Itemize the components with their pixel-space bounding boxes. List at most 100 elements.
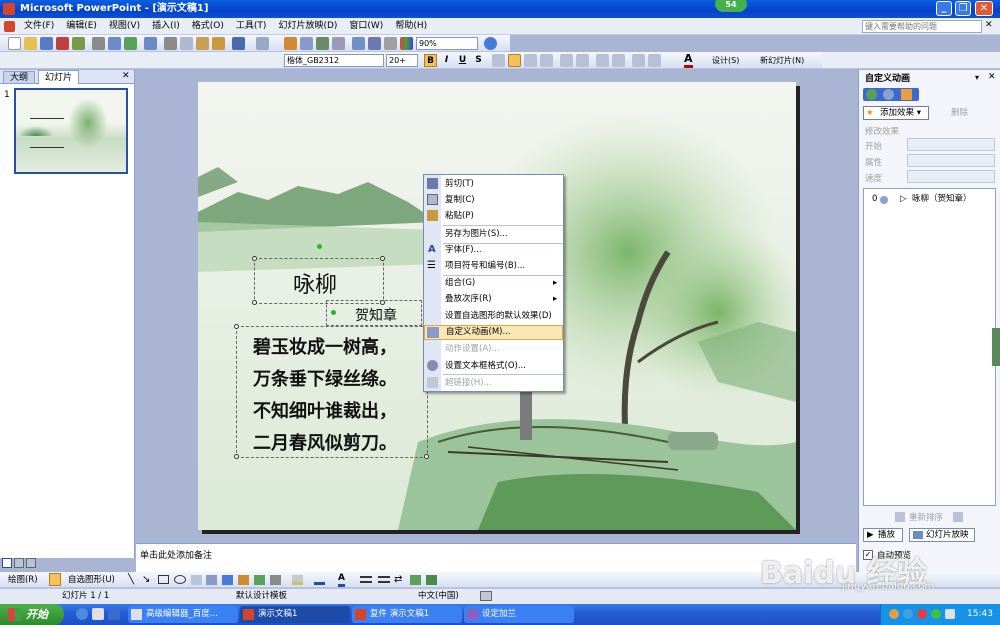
email-icon[interactable]: [72, 37, 85, 50]
animation-list[interactable]: 0 ▷ 咏柳（贺知章）: [863, 188, 996, 506]
minimize-button[interactable]: _: [936, 1, 952, 16]
arrow-icon[interactable]: ↘: [142, 574, 150, 586]
print-preview-icon[interactable]: [108, 37, 121, 50]
resize-handle[interactable]: [252, 300, 257, 305]
resize-handle[interactable]: [424, 454, 429, 459]
menu-help[interactable]: 帮助(H): [389, 18, 433, 35]
grid-icon[interactable]: [384, 37, 397, 50]
menu-item-save-as-picture[interactable]: 另存为图片(S)...: [424, 226, 563, 242]
decrease-indent-icon[interactable]: [632, 54, 645, 67]
tray-icon[interactable]: [889, 609, 899, 619]
table-icon[interactable]: [300, 37, 313, 50]
oval-icon[interactable]: [174, 575, 186, 584]
select-cursor-icon[interactable]: [49, 573, 61, 586]
vertical-textbox-icon[interactable]: [206, 575, 217, 585]
close-pane-icon[interactable]: ✕: [988, 72, 996, 82]
menu-item-format-textbox[interactable]: 设置文本框格式(O)...: [424, 358, 563, 374]
sorter-view-icon[interactable]: [14, 558, 24, 568]
menu-item-default-effect[interactable]: 设置自选图形的默认效果(D): [424, 308, 563, 324]
increase-font-icon[interactable]: [596, 54, 609, 67]
menu-item-paste[interactable]: 粘贴(P): [424, 208, 563, 224]
autoshapes-menu[interactable]: 自选图形(U): [68, 574, 115, 586]
design-button[interactable]: 设计(S): [712, 54, 739, 67]
slide-thumbnail[interactable]: [14, 88, 128, 174]
resize-handle[interactable]: [234, 454, 239, 459]
menu-file[interactable]: 文件(F): [18, 18, 60, 35]
spelling-icon[interactable]: [124, 37, 137, 50]
volume-icon[interactable]: [945, 609, 955, 619]
clipart-icon[interactable]: [254, 575, 265, 585]
close-pane-icon[interactable]: ✕: [122, 71, 130, 81]
font-color-draw-icon[interactable]: A: [338, 573, 345, 587]
research-icon[interactable]: [144, 37, 157, 50]
rotate-handle[interactable]: [331, 310, 336, 315]
desktop-icon[interactable]: [108, 608, 120, 620]
menu-slideshow[interactable]: 幻灯片放映(D): [272, 18, 343, 35]
permission-icon[interactable]: [56, 37, 69, 50]
arrow-style-icon[interactable]: ⇄: [394, 574, 402, 586]
help-search-input[interactable]: [862, 20, 982, 33]
line-icon[interactable]: ╲: [128, 574, 134, 586]
resize-handle[interactable]: [252, 256, 257, 261]
play-button[interactable]: ▶ 播放: [863, 528, 903, 542]
rotate-handle[interactable]: [317, 244, 322, 249]
ie-icon[interactable]: [76, 608, 88, 620]
tray-icon[interactable]: [917, 609, 927, 619]
poem-textbox[interactable]: 碧玉妆成一树高， 万条垂下绿丝绦。 不知细叶谁裁出， 二月春风似剪刀。: [234, 324, 429, 459]
menu-item-font[interactable]: A 字体(F)...: [424, 242, 563, 258]
tray-icon[interactable]: [903, 609, 913, 619]
line-style-icon[interactable]: [360, 576, 372, 583]
tab-outline[interactable]: 大纲: [3, 71, 36, 84]
close-button[interactable]: ✕: [975, 1, 993, 16]
shadow-button[interactable]: S: [472, 54, 485, 67]
menu-item-bullets[interactable]: ☰ 项目符号和编号(B)...: [424, 258, 563, 274]
line-color-icon[interactable]: [314, 575, 325, 585]
new-icon[interactable]: [8, 37, 21, 50]
underline-button[interactable]: U: [456, 54, 469, 67]
chart-icon[interactable]: [284, 37, 297, 50]
author-textbox[interactable]: 贺知章: [326, 300, 422, 326]
show-format-icon[interactable]: [368, 37, 381, 50]
tab-slides[interactable]: 幻灯片: [38, 70, 80, 84]
picture-icon[interactable]: [270, 575, 281, 585]
menu-window[interactable]: 窗口(W): [343, 18, 389, 35]
decrease-font-icon[interactable]: [612, 54, 625, 67]
resize-handle[interactable]: [234, 324, 239, 329]
menu-view[interactable]: 视图(V): [103, 18, 146, 35]
menu-tools[interactable]: 工具(T): [230, 18, 273, 35]
dash-style-icon[interactable]: [378, 576, 390, 583]
draw-menu[interactable]: 绘图(R): [8, 574, 38, 586]
font-color-icon[interactable]: A: [684, 53, 693, 68]
back-icon[interactable]: [866, 89, 877, 100]
align-left-icon[interactable]: [492, 54, 505, 67]
rectangle-icon[interactable]: [158, 575, 169, 584]
add-effect-button[interactable]: ★ 添加效果 ▾: [863, 106, 929, 120]
new-slide-button[interactable]: 新幻灯片(N): [760, 54, 804, 67]
open-icon[interactable]: [24, 37, 37, 50]
menu-item-cut[interactable]: 剪切(T): [424, 176, 563, 192]
save-icon[interactable]: [40, 37, 53, 50]
tables-borders-icon[interactable]: [316, 37, 329, 50]
slideshow-view-icon[interactable]: [26, 558, 36, 568]
distribute-icon[interactable]: [540, 54, 553, 67]
restore-button[interactable]: ❐: [955, 1, 971, 16]
bold-button[interactable]: B: [424, 54, 437, 67]
menu-edit[interactable]: 编辑(E): [60, 18, 103, 35]
insert-picture-icon[interactable]: [332, 37, 345, 50]
shadow-style-icon[interactable]: [410, 575, 421, 585]
menu-item-custom-animation[interactable]: 自定义动画(M)...: [424, 325, 563, 340]
taskbar-item[interactable]: 复件 演示文稿1: [352, 606, 462, 623]
slideshow-button[interactable]: 幻灯片放映: [909, 528, 975, 542]
menu-item-copy[interactable]: 复制(C): [424, 192, 563, 208]
format-painter-icon[interactable]: [212, 37, 225, 50]
bullets-toolbar-icon[interactable]: [576, 54, 589, 67]
pane-menu-icon[interactable]: ▾: [975, 73, 979, 82]
title-textbox[interactable]: 咏柳: [252, 256, 385, 305]
align-right-icon[interactable]: [524, 54, 537, 67]
taskbar-item[interactable]: 设定加兰: [464, 606, 574, 623]
undo-icon[interactable]: [232, 37, 245, 50]
help-icon[interactable]: [484, 37, 497, 50]
font-select[interactable]: 楷体_GB2312: [284, 54, 384, 67]
tray-icon[interactable]: [931, 609, 941, 619]
animation-list-item[interactable]: 0 ▷ 咏柳（贺知章）: [866, 193, 994, 206]
